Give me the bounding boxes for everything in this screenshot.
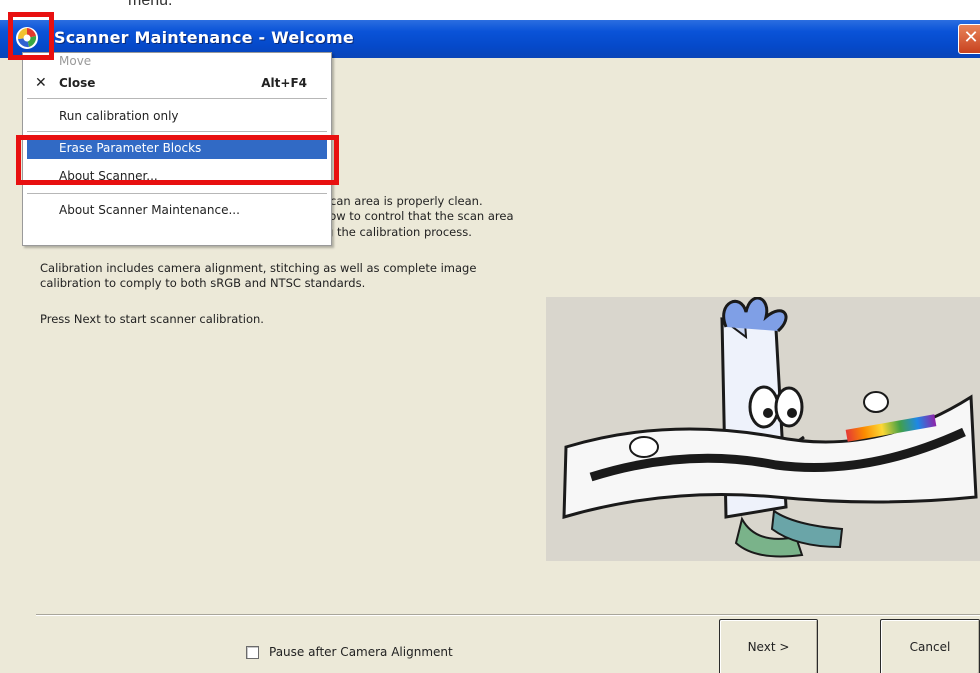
window-title: Scanner Maintenance - Welcome bbox=[54, 28, 354, 47]
menu-separator bbox=[27, 131, 327, 132]
pause-after-camera-alignment-option[interactable]: Pause after Camera Alignment bbox=[246, 645, 453, 661]
menu-item-move-label: Move bbox=[59, 54, 92, 68]
cancel-button[interactable]: Cancel bbox=[880, 619, 980, 673]
menu-item-close-label: Close bbox=[59, 76, 96, 90]
menu-item-about-scanner-maintenance[interactable]: About Scanner Maintenance... bbox=[23, 199, 331, 221]
instruction-line-3: g the calibration process. bbox=[326, 225, 472, 239]
document-text-fragment: menu. bbox=[128, 0, 173, 9]
menu-item-close-shortcut: Alt+F4 bbox=[261, 76, 307, 90]
annotation-highlight-app-icon bbox=[8, 12, 54, 60]
close-window-button[interactable]: ✕ bbox=[958, 24, 980, 54]
pause-checkbox-label: Pause after Camera Alignment bbox=[269, 645, 453, 659]
instruction-line-2: low to control that the scan area bbox=[326, 209, 514, 223]
start-instruction: Press Next to start scanner calibration. bbox=[40, 312, 264, 326]
menu-item-run-calibration-label: Run calibration only bbox=[59, 109, 179, 123]
menu-item-run-calibration[interactable]: Run calibration only bbox=[23, 105, 331, 127]
menu-item-about-scanner-maintenance-label: About Scanner Maintenance... bbox=[59, 203, 240, 217]
calibration-description-line-2: calibration to comply to both sRGB and N… bbox=[40, 276, 366, 290]
menu-item-move[interactable]: Move bbox=[23, 50, 331, 72]
scanner-mascot-illustration bbox=[546, 296, 980, 561]
next-button[interactable]: Next > bbox=[719, 619, 818, 673]
instruction-line-1: scan area is properly clean. bbox=[324, 194, 483, 208]
close-icon: ✕ bbox=[35, 75, 47, 91]
menu-item-close[interactable]: ✕ Close Alt+F4 bbox=[23, 72, 331, 94]
pause-checkbox[interactable] bbox=[246, 646, 259, 659]
menu-separator bbox=[27, 193, 327, 194]
menu-separator bbox=[27, 98, 327, 99]
footer-separator bbox=[36, 614, 980, 616]
annotation-highlight-erase-item bbox=[16, 135, 339, 185]
calibration-description-line-1: Calibration includes camera alignment, s… bbox=[40, 261, 477, 275]
